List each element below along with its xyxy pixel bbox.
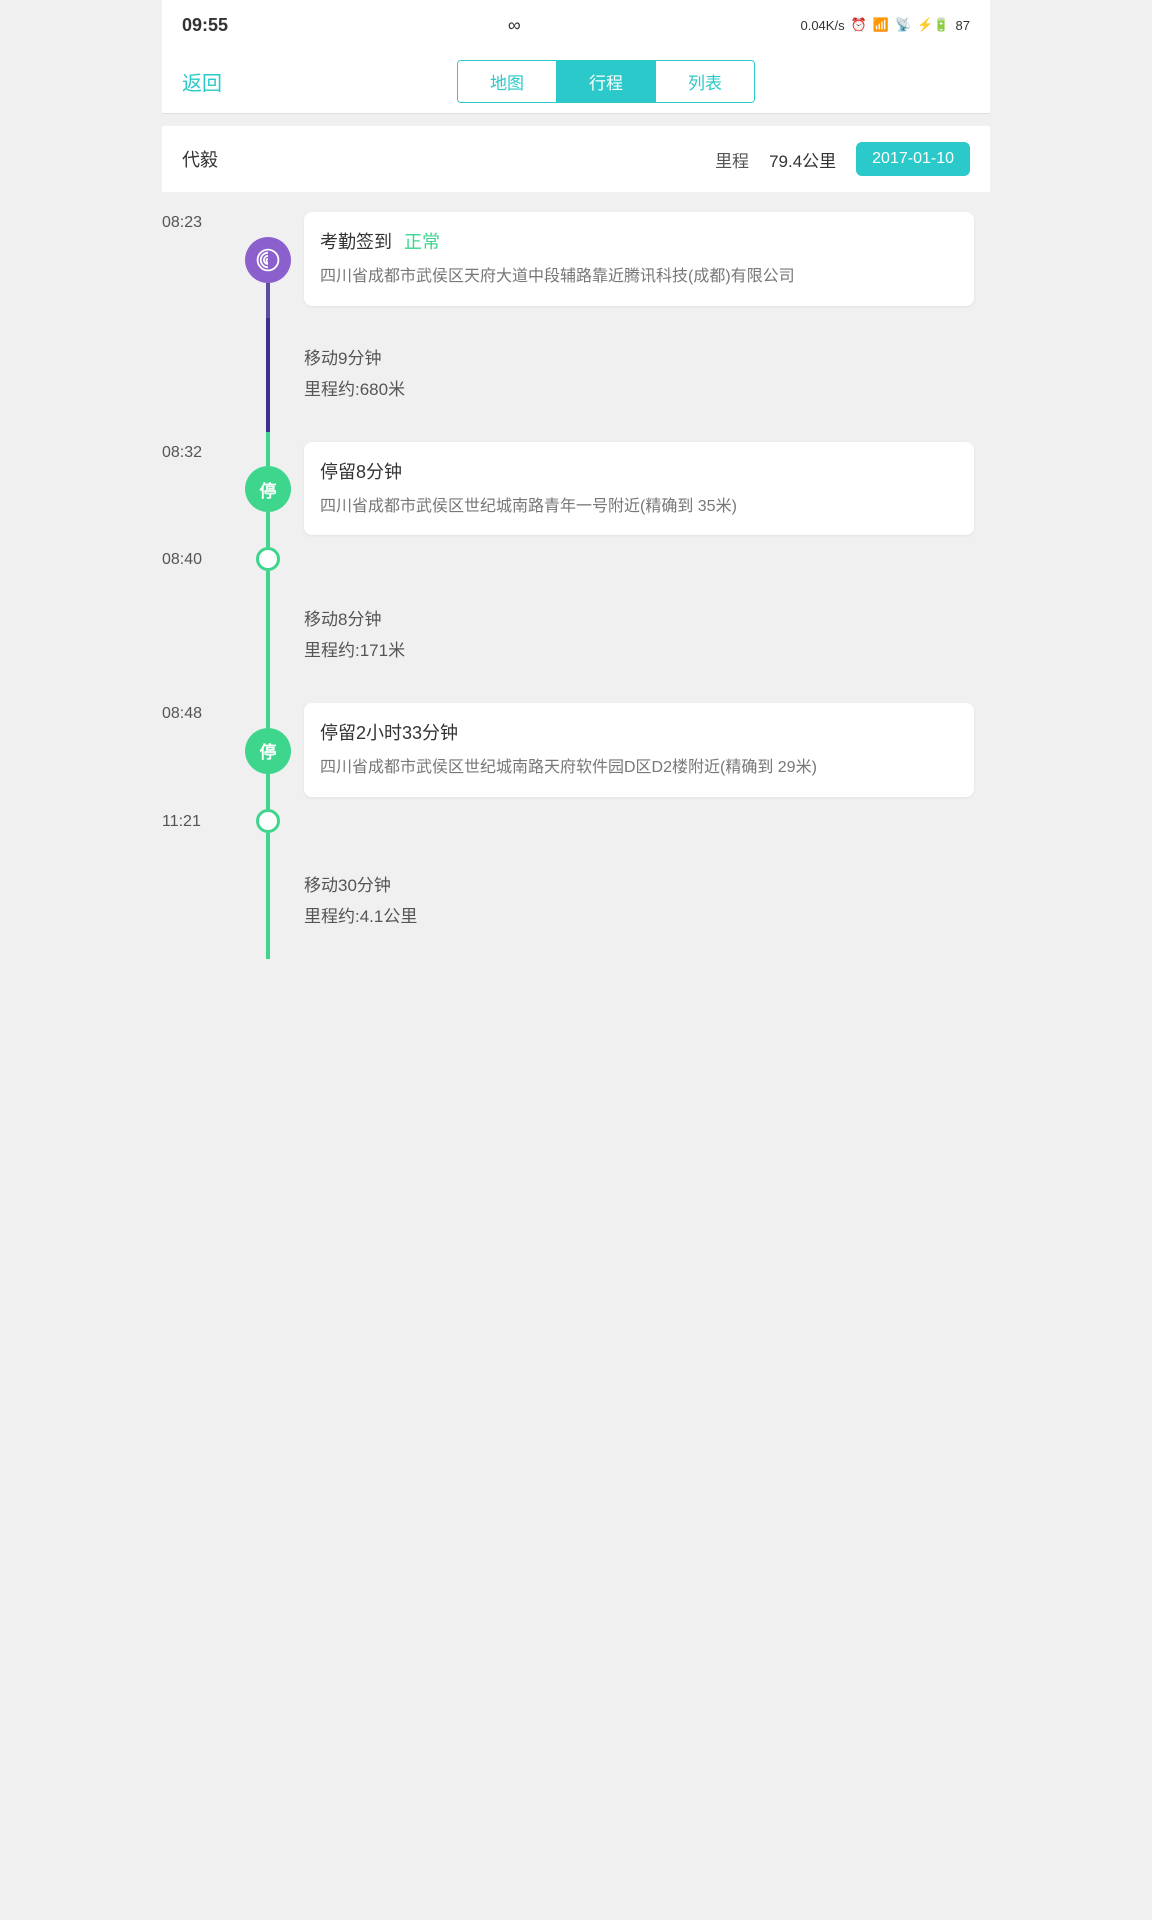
move-distance-2: 里程约:171米 xyxy=(304,636,974,661)
tab-group: 地图 行程 列表 xyxy=(457,60,755,103)
nav-bar: 返回 地图 行程 列表 xyxy=(162,50,990,114)
spine-stop1: 停 xyxy=(242,432,294,548)
movement-2: 移动8分钟 里程约:171米 xyxy=(162,579,990,693)
stop-1-top: 08:32 停 停留8分钟 四川省成都市武侯区世纪城南路青年一号附近(精确到 3… xyxy=(162,432,990,548)
timeline: 08:23 考勤签到 xyxy=(162,192,990,969)
stop-2-end: 11:21 xyxy=(162,809,990,845)
checkin-title: 考勤签到 xyxy=(320,228,392,254)
summary-row: 代毅 里程 79.4公里 2017-01-10 xyxy=(162,126,990,192)
speed-display: 0.04K/s xyxy=(800,18,844,33)
stop-node-2: 停 xyxy=(245,728,291,774)
time-0823: 08:23 xyxy=(162,202,242,318)
spine-stop2: 停 xyxy=(242,693,294,809)
battery-icon: ⚡🔋 xyxy=(917,17,949,33)
move-duration-1: 移动9分钟 xyxy=(304,344,974,369)
time-1121: 11:21 xyxy=(162,809,242,845)
end-dot-2 xyxy=(256,809,280,833)
card-stop2: 停留2小时33分钟 四川省成都市武侯区世纪城南路天府软件园D区D2楼附近(精确到… xyxy=(304,703,974,797)
stop-content-2: 停留2小时33分钟 四川省成都市武侯区世纪城南路天府软件园D区D2楼附近(精确到… xyxy=(294,693,990,809)
time-0832: 08:32 xyxy=(162,432,242,548)
card-stop1: 停留8分钟 四川省成都市武侯区世纪城南路青年一号附近(精确到 35米) xyxy=(304,442,974,536)
stop1-address: 四川省成都市武侯区世纪城南路青年一号附近(精确到 35米) xyxy=(320,494,958,520)
spine-stop1-end xyxy=(242,547,294,579)
move-duration-2: 移动8分钟 xyxy=(304,605,974,630)
signal-icon: 📡 xyxy=(895,17,911,33)
mileage-label: 里程 xyxy=(715,147,749,172)
status-bar: 09:55 ∞ 0.04K/s ⏰ 📶 📡 ⚡🔋 87 xyxy=(162,0,990,50)
mileage-value: 79.4公里 xyxy=(769,147,836,172)
stop1-title: 停留8分钟 xyxy=(320,458,402,484)
move-distance-3: 里程约:4.1公里 xyxy=(304,902,974,927)
time-0840: 08:40 xyxy=(162,547,242,579)
stop-content-1: 停留8分钟 四川省成都市武侯区世纪城南路青年一号附近(精确到 35米) xyxy=(294,432,990,548)
move-content-1: 移动9分钟 里程约:680米 xyxy=(294,318,990,432)
status-icons: 0.04K/s ⏰ 📶 📡 ⚡🔋 87 xyxy=(800,17,970,33)
end-dot-1 xyxy=(256,547,280,571)
spine-stop2-end xyxy=(242,809,294,845)
spine-move3 xyxy=(242,845,294,959)
stop-2-top: 08:48 停 停留2小时33分钟 四川省成都市武侯区世纪城南路天府软件园D区D… xyxy=(162,693,990,809)
move-duration-3: 移动30分钟 xyxy=(304,871,974,896)
tab-trip[interactable]: 行程 xyxy=(557,61,656,102)
content-1: 考勤签到 正常 四川省成都市武侯区天府大道中段辅路靠近腾讯科技(成都)有限公司 xyxy=(294,202,990,318)
battery-level: 87 xyxy=(956,18,970,33)
fingerprint-node xyxy=(245,237,291,283)
stop-node-1: 停 xyxy=(245,466,291,512)
stop-1-end: 08:40 xyxy=(162,547,990,579)
driver-name: 代毅 xyxy=(182,146,218,172)
checkin-address: 四川省成都市武侯区天府大道中段辅路靠近腾讯科技(成都)有限公司 xyxy=(320,264,958,290)
checkin-status: 正常 xyxy=(404,228,440,254)
back-button[interactable]: 返回 xyxy=(182,67,222,96)
move-content-3: 移动30分钟 里程约:4.1公里 xyxy=(294,845,990,959)
tab-list[interactable]: 列表 xyxy=(656,61,754,102)
movement-3: 移动30分钟 里程约:4.1公里 xyxy=(162,845,990,959)
time-0848: 08:48 xyxy=(162,693,242,809)
movement-1: 移动9分钟 里程约:680米 xyxy=(162,318,990,432)
timeline-event-1: 08:23 考勤签到 xyxy=(162,202,990,318)
status-time: 09:55 xyxy=(182,15,228,36)
wifi-icon: 📶 xyxy=(873,17,889,33)
spine-move1 xyxy=(242,318,294,432)
date-badge: 2017-01-10 xyxy=(856,142,970,176)
spine-1 xyxy=(242,202,294,318)
card-checkin: 考勤签到 正常 四川省成都市武侯区天府大道中段辅路靠近腾讯科技(成都)有限公司 xyxy=(304,212,974,306)
infinite-icon: ∞ xyxy=(508,15,521,36)
move-distance-1: 里程约:680米 xyxy=(304,375,974,400)
spine-move2 xyxy=(242,579,294,693)
stop2-address: 四川省成都市武侯区世纪城南路天府软件园D区D2楼附近(精确到 29米) xyxy=(320,755,958,781)
move-content-2: 移动8分钟 里程约:171米 xyxy=(294,579,990,693)
clock-icon: ⏰ xyxy=(851,17,867,33)
stop2-title: 停留2小时33分钟 xyxy=(320,719,458,745)
tab-map[interactable]: 地图 xyxy=(458,61,557,102)
